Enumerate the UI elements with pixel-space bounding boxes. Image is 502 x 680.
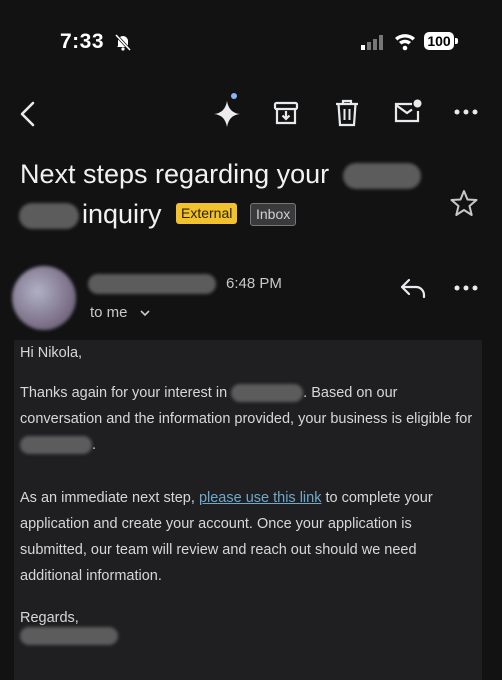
label-inbox[interactable]: Inbox <box>250 203 297 226</box>
redacted-product <box>20 436 92 455</box>
recipient-label: to me <box>90 304 128 321</box>
message-time: 6:48 PM <box>226 275 282 292</box>
recipient-toggle[interactable]: to me <box>90 304 150 321</box>
chevron-left-icon <box>20 101 35 127</box>
signal-icon <box>360 34 386 50</box>
star-icon <box>450 190 478 216</box>
silent-bell-icon <box>114 33 132 51</box>
archive-button[interactable] <box>273 100 299 126</box>
wifi-icon <box>393 31 417 51</box>
reply-button[interactable] <box>399 276 427 300</box>
gemini-button[interactable] <box>212 92 246 128</box>
paragraph-1: Thanks again for your interest in . Base… <box>20 384 473 455</box>
greeting: Hi Nikola, <box>20 345 83 361</box>
more-horizontal-icon <box>454 285 478 291</box>
subject-line-2: inquiry <box>82 199 162 229</box>
battery-indicator: 100 <box>424 32 454 50</box>
status-time: 7:33 <box>60 30 105 53</box>
message-more-button[interactable] <box>454 283 478 293</box>
redacted-subject-part <box>343 163 421 189</box>
subject-line-1: Next steps regarding your <box>20 159 330 189</box>
star-button[interactable] <box>450 189 478 217</box>
chevron-down-icon <box>140 304 150 321</box>
back-button[interactable] <box>16 100 40 128</box>
mark-unread-button[interactable] <box>393 98 423 126</box>
sparkle-icon <box>214 93 240 127</box>
sender-avatar[interactable] <box>12 266 76 330</box>
battery-tip <box>455 38 458 44</box>
archive-icon <box>273 101 299 125</box>
redacted-subject-part <box>19 203 79 229</box>
label-external: External <box>176 203 238 224</box>
more-options-button[interactable] <box>454 107 478 117</box>
redacted-sender-name <box>88 274 216 294</box>
more-horizontal-icon <box>454 109 478 115</box>
delete-button[interactable] <box>334 99 360 127</box>
redacted-signature <box>20 627 118 645</box>
paragraph-2: As an immediate next step, please use th… <box>20 490 433 584</box>
reply-icon <box>400 278 426 299</box>
trash-icon <box>336 99 358 127</box>
mail-unread-icon <box>394 99 422 123</box>
application-link[interactable]: please use this link <box>199 490 322 506</box>
redacted-company <box>231 384 304 403</box>
